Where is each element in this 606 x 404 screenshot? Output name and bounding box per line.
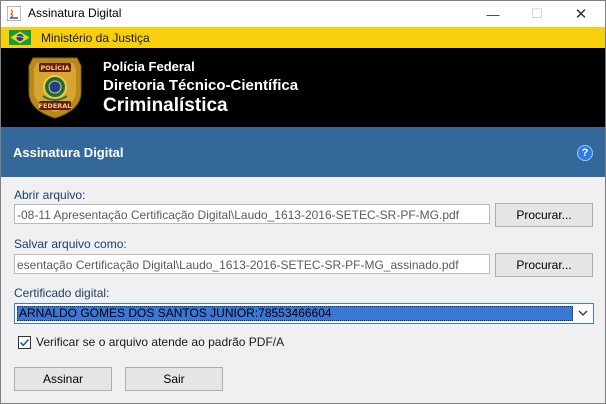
checkmark-icon [19,338,30,347]
header-banner: POLÍCIA FEDERAL Polícia Federal Diretori… [1,48,605,127]
gov-bar: Ministério da Justiça [1,27,605,48]
svg-text:POLÍCIA: POLÍCIA [40,63,69,72]
open-browse-button[interactable]: Procurar... [495,203,593,227]
maximize-icon: ☐ [531,6,543,21]
pdfa-checkbox[interactable] [18,336,31,349]
save-file-label: Salvar arquivo como: [14,237,127,251]
section-header: Assinatura Digital ? [1,127,605,177]
org-line-2: Diretoria Técnico-Científica [103,77,299,94]
window: Assinatura Digital — ☐ ✕ Ministério da J… [0,0,606,404]
open-file-field[interactable]: -08-11 Apresentação Certificação Digital… [14,204,490,224]
save-browse-button[interactable]: Procurar... [495,253,593,277]
pdfa-checkbox-label: Verificar se o arquivo atende ao padrão … [36,335,285,349]
brazil-flag-icon [9,30,31,45]
minimize-button[interactable]: — [471,1,515,27]
java-app-icon [7,6,21,21]
ministry-label: Ministério da Justiça [41,31,150,45]
certificate-select[interactable]: ARNALDO GOMES DOS SANTOS JUNIOR:78553466… [14,303,594,324]
title-bar[interactable]: Assinatura Digital — ☐ ✕ [1,1,605,27]
certificate-value: ARNALDO GOMES DOS SANTOS JUNIOR:78553466… [19,306,332,320]
chevron-down-icon[interactable] [577,307,589,319]
window-title: Assinatura Digital [28,6,122,20]
close-button[interactable]: ✕ [559,1,603,27]
svg-text:FEDERAL: FEDERAL [39,102,72,110]
help-icon[interactable]: ? [577,145,593,161]
certificate-label: Certificado digital: [14,286,110,300]
save-file-field[interactable]: esentação Certificação Digital\Laudo_161… [14,254,490,274]
open-file-label: Abrir arquivo: [14,188,86,202]
policia-federal-badge-icon: POLÍCIA FEDERAL [28,57,82,119]
close-icon: ✕ [574,6,588,23]
section-title: Assinatura Digital [13,145,124,160]
exit-button[interactable]: Sair [125,367,223,391]
org-line-3: Criminalística [103,95,228,116]
maximize-button[interactable]: ☐ [515,1,559,27]
sign-button[interactable]: Assinar [14,367,112,391]
minimize-icon: — [486,6,500,22]
org-line-1: Polícia Federal [103,59,195,74]
